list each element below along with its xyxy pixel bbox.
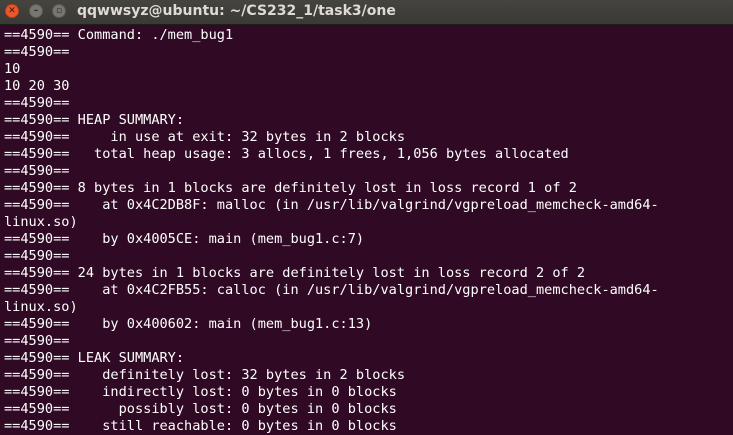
terminal-line: ==4590== in use at exit: 32 bytes in 2 b… xyxy=(4,129,406,145)
terminal-line: ==4590== xyxy=(4,248,70,264)
terminal-line: ==4590== LEAK SUMMARY: xyxy=(4,350,185,366)
terminal-line: ==4590== 24 bytes in 1 blocks are defini… xyxy=(4,265,586,281)
terminal-line: ==4590== possibly lost: 0 bytes in 0 blo… xyxy=(4,401,397,417)
terminal-line: ==4590== at 0x4C2FB55: calloc (in /usr/l… xyxy=(4,282,659,298)
terminal-line: ==4590== definitely lost: 32 bytes in 2 … xyxy=(4,367,406,383)
maximize-window-button[interactable]: ▫ xyxy=(52,4,66,18)
terminal-line: ==4590== total heap usage: 3 allocs, 1 f… xyxy=(4,146,569,162)
terminal-line: 10 xyxy=(4,61,21,77)
terminal-line: ==4590== xyxy=(4,95,70,111)
terminal-line: ==4590== xyxy=(4,333,70,349)
terminal-line: linux.so) xyxy=(4,214,78,230)
close-icon: ✕ xyxy=(8,5,16,16)
terminal-line: ==4590== by 0x400602: main (mem_bug1.c:1… xyxy=(4,316,373,332)
terminal-line: 10 20 30 xyxy=(4,78,70,94)
close-window-button[interactable]: ✕ xyxy=(5,4,19,18)
terminal-line: ==4590== 8 bytes in 1 blocks are definit… xyxy=(4,180,577,196)
terminal-output[interactable]: ==4590== Command: ./mem_bug1 ==4590== 10 10… xyxy=(0,25,733,435)
maximize-icon: ▫ xyxy=(55,5,63,16)
window-titlebar[interactable]: ✕ – ▫ qqwwsyz@ubuntu: ~/CS232_1/task3/on… xyxy=(0,0,733,25)
terminal-line: ==4590== at 0x4C2DB8F: malloc (in /usr/l… xyxy=(4,197,659,213)
minimize-window-button[interactable]: – xyxy=(29,4,43,18)
terminal-line: linux.so) xyxy=(4,299,78,315)
minimize-icon: – xyxy=(33,5,39,16)
terminal-line: ==4590== Command: ./mem_bug1 xyxy=(4,27,234,43)
window-title: qqwwsyz@ubuntu: ~/CS232_1/task3/one xyxy=(77,3,396,19)
terminal-line: ==4590== by 0x4005CE: main (mem_bug1.c:7… xyxy=(4,231,365,247)
terminal-line: ==4590== HEAP SUMMARY: xyxy=(4,112,185,128)
terminal-line: ==4590== indirectly lost: 0 bytes in 0 b… xyxy=(4,384,397,400)
terminal-line: ==4590== xyxy=(4,44,70,60)
terminal-line: ==4590== xyxy=(4,163,70,179)
